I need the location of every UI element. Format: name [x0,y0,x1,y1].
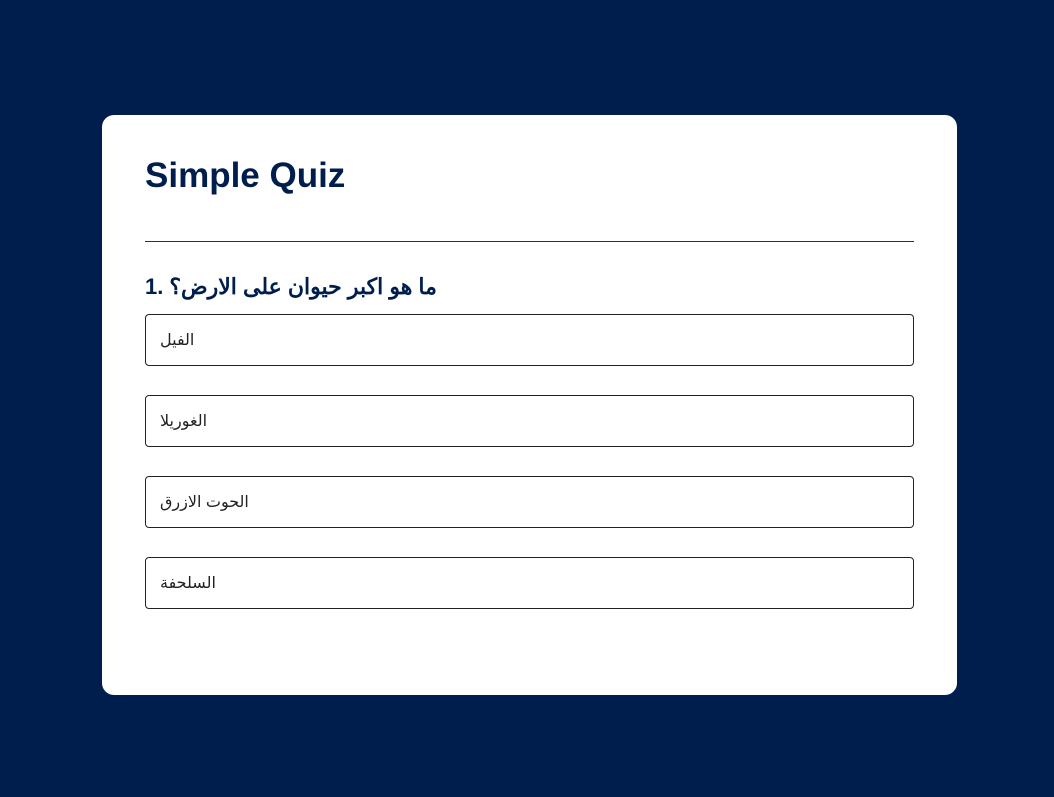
answer-button-turtle[interactable]: السلحفة [145,557,914,609]
title-divider [145,241,914,242]
quiz-title: Simple Quiz [145,156,346,195]
answer-button-blue-whale[interactable]: الحوت الازرق [145,476,914,528]
answer-button-elephant[interactable]: الفيل [145,314,914,366]
quiz-card: Simple Quiz 1. ما هو اكبر حيوان على الار… [102,115,957,695]
question-heading: 1. ما هو اكبر حيوان على الارض؟ [145,272,914,302]
answer-button-gorilla[interactable]: الغوريلا [145,395,914,447]
answer-list: الفيل الغوريلا الحوت الازرق السلحفة [145,314,914,609]
question-text: ما هو اكبر حيوان على الارض؟ [169,274,437,299]
question-number: 1. [145,274,164,299]
